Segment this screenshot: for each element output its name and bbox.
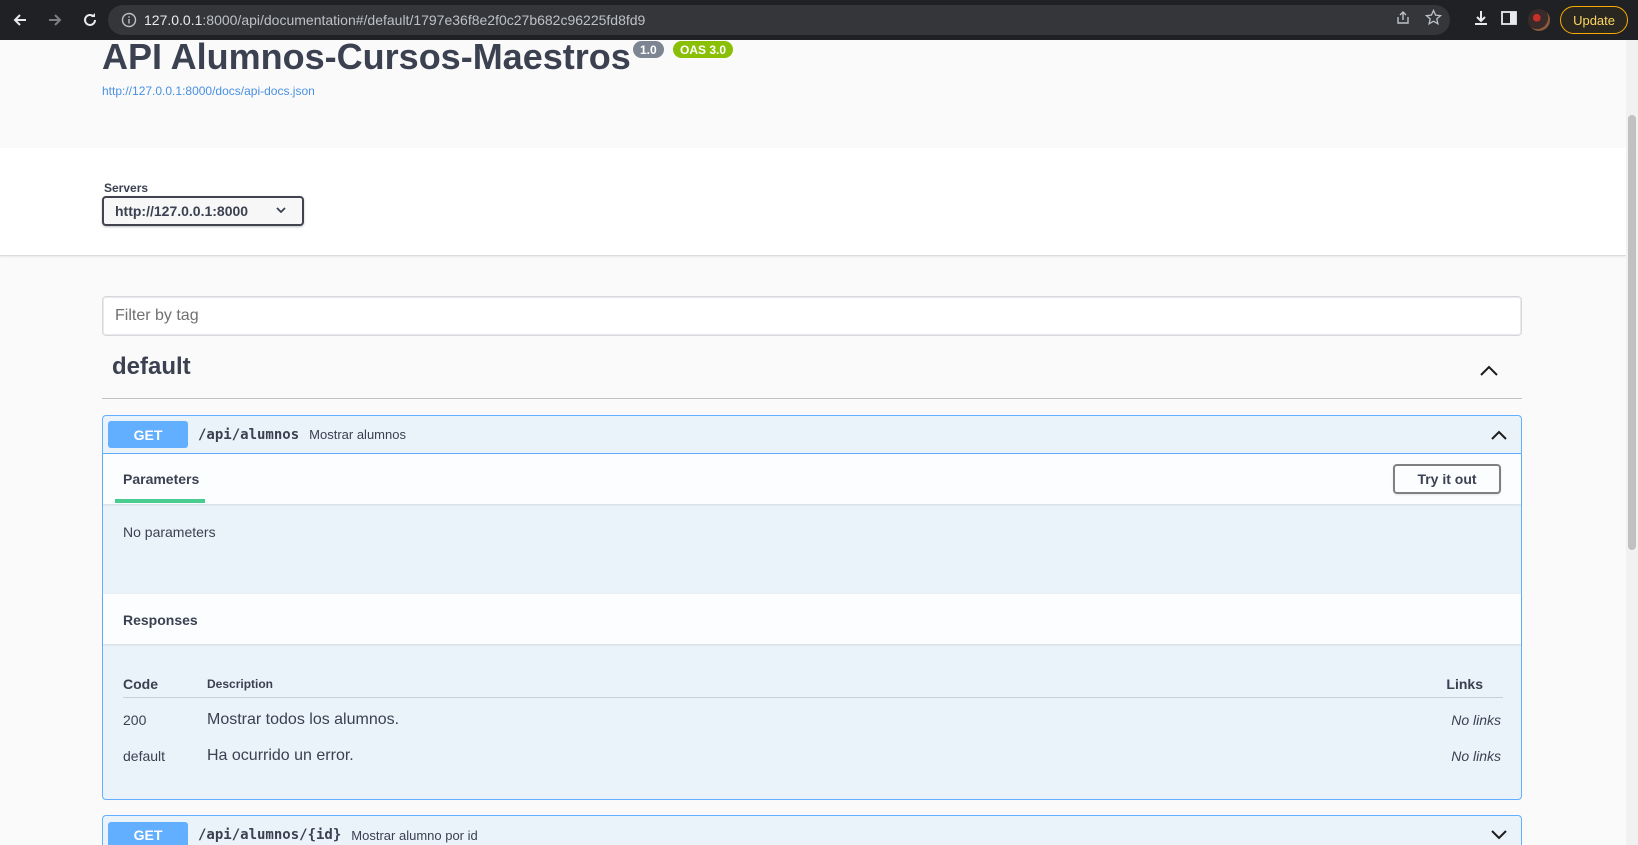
column-description: Description xyxy=(207,677,274,691)
method-badge: GET xyxy=(108,821,188,845)
operation-get-alumno-by-id: GET /api/alumnos/{id} Mostrar alumno por… xyxy=(102,815,1522,845)
page-scrollbar[interactable] xyxy=(1626,40,1638,845)
operation-description: Mostrar alumnos xyxy=(309,427,406,442)
response-description: Mostrar todos los alumnos. xyxy=(207,711,400,728)
server-select-value: http://127.0.0.1:8000 xyxy=(115,203,249,219)
servers-section: Servers http://127.0.0.1:8000 xyxy=(0,148,1626,256)
url-host: 127.0.0.1 xyxy=(144,12,203,28)
operation-path: /api/alumnos xyxy=(198,426,300,443)
operation-path: /api/alumnos/{id} xyxy=(198,827,342,843)
parameters-header: Parameters Try it out xyxy=(103,454,1521,504)
back-arrow-icon[interactable] xyxy=(5,5,35,35)
address-bar[interactable]: 127.0.0.1:8000/api/documentation#/defaul… xyxy=(108,5,1450,35)
server-select[interactable]: http://127.0.0.1:8000 xyxy=(102,196,304,226)
column-links: Links xyxy=(1446,676,1483,692)
responses-header: Responses xyxy=(103,594,1521,644)
swagger-page: API Alumnos-Cursos-Maestros 1.0 OAS 3.0 … xyxy=(0,40,1626,845)
update-button[interactable]: Update xyxy=(1560,6,1628,34)
tag-title: default xyxy=(112,353,191,380)
responses-title: Responses xyxy=(123,612,198,628)
operation-get-alumnos: GET /api/alumnos Mostrar alumnos Paramet… xyxy=(102,415,1522,800)
responses-table-header: Code Description Links xyxy=(123,674,1503,698)
oas-badge: OAS 3.0 xyxy=(673,41,734,58)
filter-by-tag-input[interactable] xyxy=(103,297,1521,335)
response-links: No links xyxy=(1451,712,1501,728)
active-tab-indicator xyxy=(115,499,205,503)
operation-summary[interactable]: GET /api/alumnos Mostrar alumnos xyxy=(103,416,1521,454)
table-row: default Ha ocurrido un error. No links xyxy=(123,738,1503,774)
spec-url-link[interactable]: http://127.0.0.1:8000/docs/api-docs.json xyxy=(102,84,315,98)
download-icon[interactable] xyxy=(1472,9,1490,32)
scrollbar-thumb[interactable] xyxy=(1628,115,1636,550)
version-badge: 1.0 xyxy=(633,41,664,58)
response-code: default xyxy=(123,748,166,764)
info-header: API Alumnos-Cursos-Maestros 1.0 OAS 3.0 … xyxy=(0,40,1626,148)
servers-label: Servers xyxy=(104,181,149,195)
url-path: :8000/api/documentation#/default/1797e36… xyxy=(202,12,646,28)
share-icon[interactable] xyxy=(1395,10,1411,31)
chevron-down-icon[interactable] xyxy=(1489,826,1509,845)
forward-arrow-icon[interactable] xyxy=(40,5,70,35)
table-row: 200 Mostrar todos los alumnos. No links xyxy=(123,702,1503,738)
no-parameters-text: No parameters xyxy=(123,524,216,540)
page-title: API Alumnos-Cursos-Maestros xyxy=(102,40,631,77)
bookmark-star-icon[interactable] xyxy=(1424,8,1443,31)
browser-toolbar: 127.0.0.1:8000/api/documentation#/defaul… xyxy=(0,0,1638,40)
filter-box xyxy=(102,296,1522,336)
column-code: Code xyxy=(123,676,158,692)
chevron-up-icon[interactable] xyxy=(1478,360,1500,387)
response-code: 200 xyxy=(123,712,147,728)
tab-parameters[interactable]: Parameters xyxy=(123,471,199,487)
reload-icon[interactable] xyxy=(75,5,105,35)
operation-description: Mostrar alumno por id xyxy=(351,827,478,843)
try-it-out-button[interactable]: Try it out xyxy=(1393,464,1501,494)
tag-section-default[interactable]: default xyxy=(102,353,1522,399)
responses-table: Code Description Links 200 Mostrar todos… xyxy=(123,674,1503,774)
side-panel-icon[interactable] xyxy=(1500,9,1518,32)
response-description: Ha ocurrido un error. xyxy=(207,747,354,764)
chevron-up-icon[interactable] xyxy=(1489,426,1509,449)
operation-summary[interactable]: GET /api/alumnos/{id} Mostrar alumno por… xyxy=(103,816,1521,845)
response-links: No links xyxy=(1451,748,1501,764)
method-badge: GET xyxy=(108,421,188,448)
site-info-icon[interactable] xyxy=(114,12,144,28)
url-text: 127.0.0.1:8000/api/documentation#/defaul… xyxy=(144,12,645,28)
profile-avatar[interactable] xyxy=(1528,9,1551,31)
chevron-down-icon xyxy=(274,203,288,220)
